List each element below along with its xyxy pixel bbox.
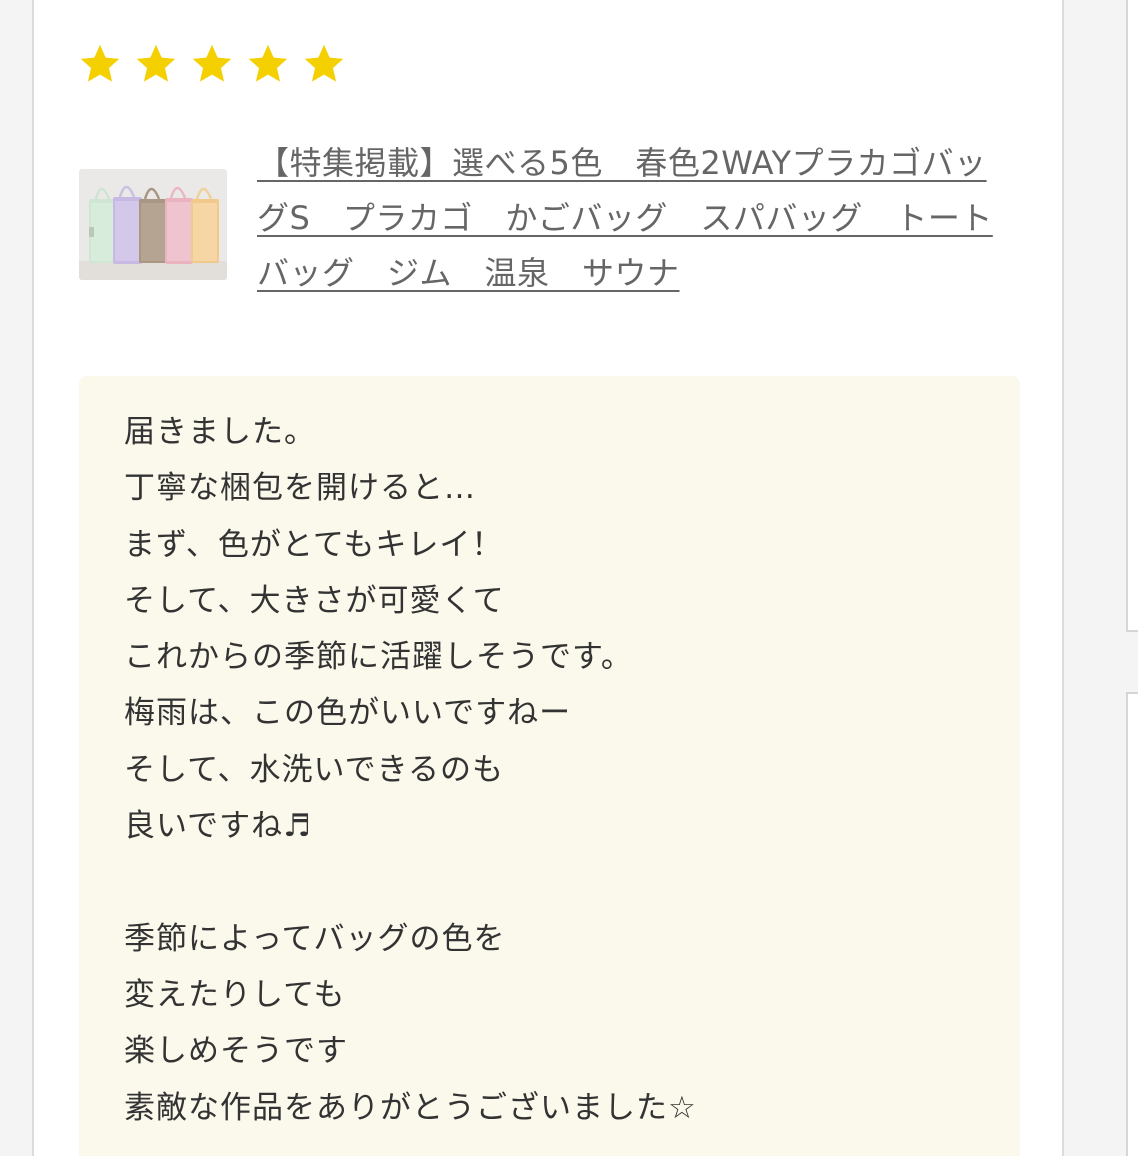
rating-stars <box>78 42 346 86</box>
product-title-link[interactable]: 【特集掲載】選べる5色 春色2WAYプラカゴバッグS プラカゴ かごバッグ スパ… <box>257 136 997 301</box>
product-thumbnail[interactable] <box>79 169 227 280</box>
star-icon <box>304 44 344 82</box>
review-page: 【特集掲載】選べる5色 春色2WAYプラカゴバッグS プラカゴ かごバッグ スパ… <box>0 0 1138 1156</box>
star-icon <box>80 44 120 82</box>
review-comment-text: 届きました。 丁寧な梱包を開けると… まず、色がとてもキレイ！ そして、大きさが… <box>124 414 697 1126</box>
adjacent-card-top <box>1126 0 1138 632</box>
star-icon <box>248 44 288 82</box>
adjacent-card-bottom <box>1126 692 1138 1156</box>
star-icon <box>136 44 176 82</box>
star-icon <box>192 44 232 82</box>
